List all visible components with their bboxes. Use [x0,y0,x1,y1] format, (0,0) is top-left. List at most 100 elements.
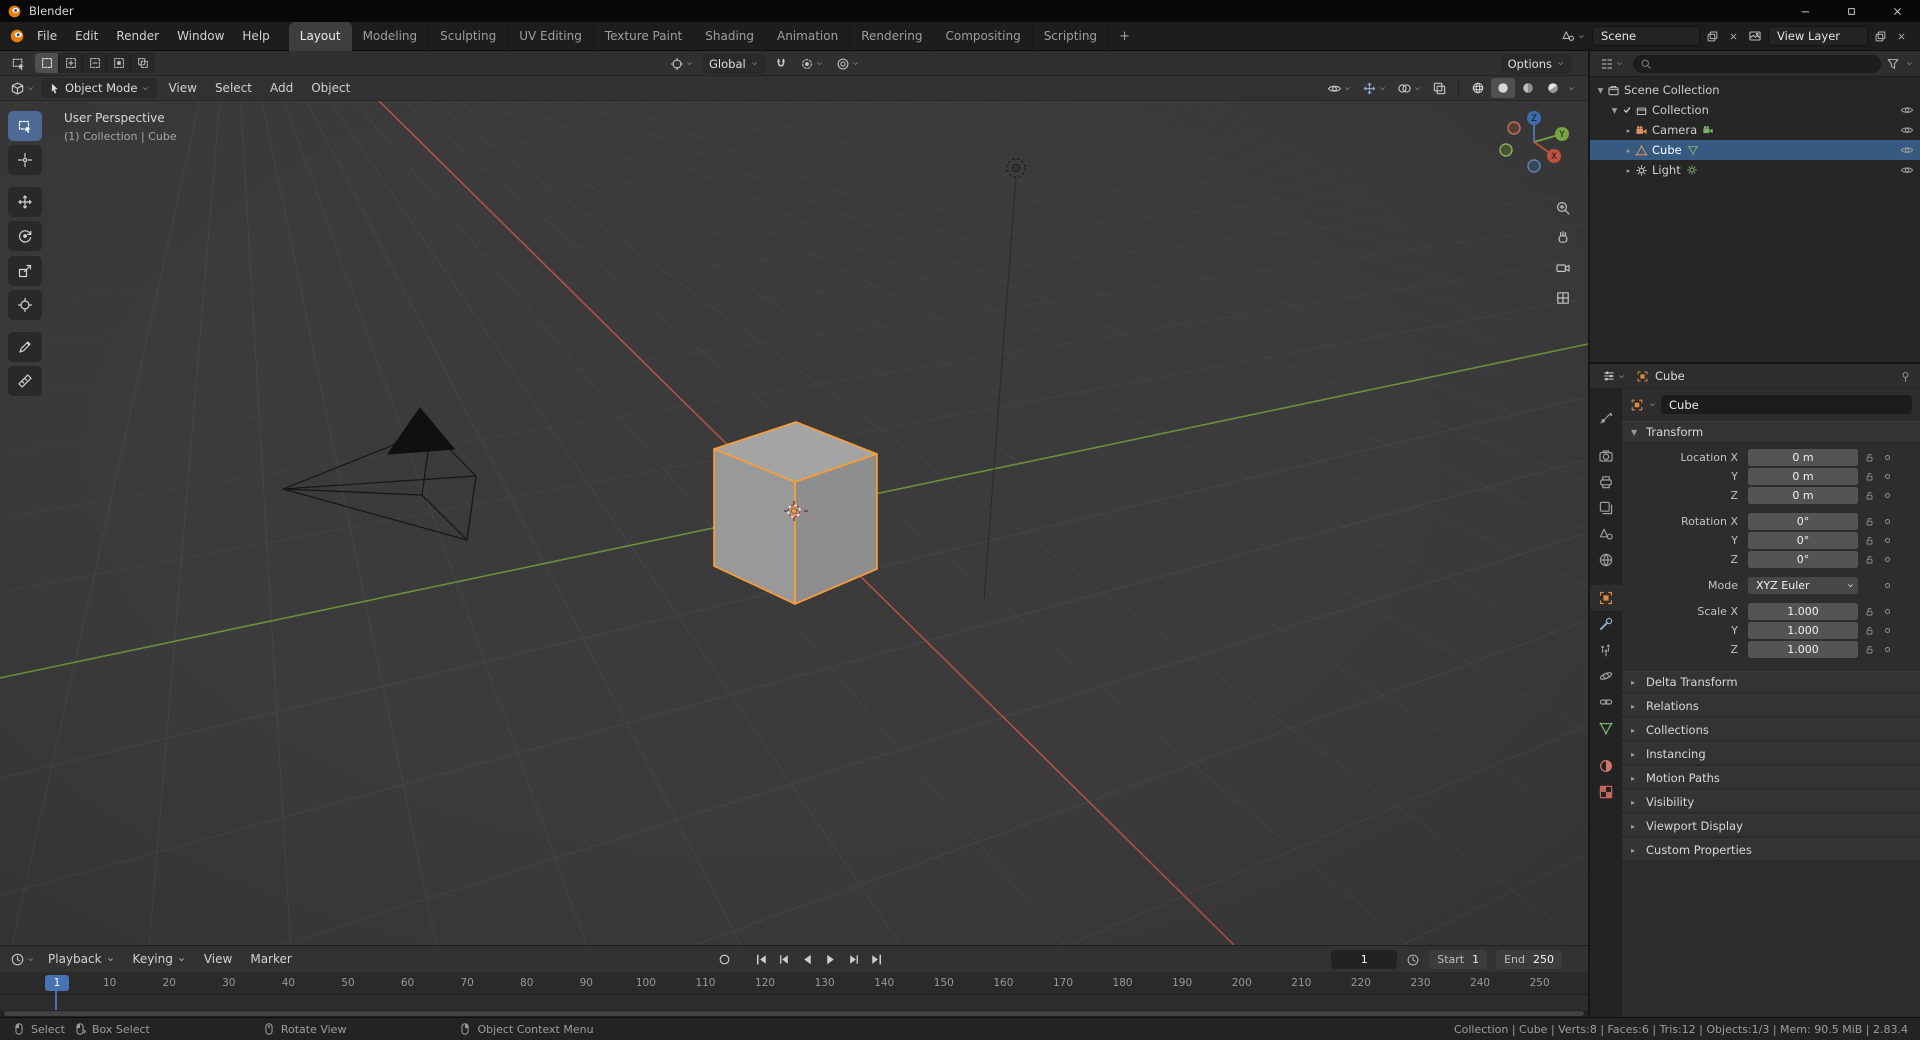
outliner-row-camera[interactable]: ▸ Camera [1590,120,1920,140]
tool-cursor[interactable] [8,145,42,175]
close-button[interactable] [1874,0,1920,22]
section-viewport-display[interactable]: ▸ Viewport Display [1622,815,1920,837]
timeline-editor-type-button[interactable] [6,949,39,969]
viewport-3d[interactable]: User Perspective (1) Collection | Cube Z… [0,101,1588,945]
timeline-menu-playback[interactable]: Playback [39,952,124,966]
outliner-row-cube[interactable]: ▸ Cube [1590,140,1920,160]
workspace-tab-compositing[interactable]: Compositing [934,21,1033,51]
new-view-layer-button[interactable] [1871,26,1889,46]
filter-icon[interactable] [1886,57,1900,71]
scene-name-field[interactable]: Scene [1592,26,1700,46]
outliner-editor-type-button[interactable] [1596,54,1628,74]
xray-toggle[interactable] [1428,78,1451,98]
section-delta-transform[interactable]: ▸ Delta Transform [1622,671,1920,693]
animate-dot[interactable] [1880,474,1894,479]
value-field[interactable]: 1.000 [1748,641,1858,658]
properties-tab-modifiers[interactable] [1590,611,1622,637]
blender-menu-button[interactable] [6,26,28,46]
lock-toggle[interactable] [1858,644,1880,655]
show-overlays-dropdown[interactable] [1393,78,1426,98]
gizmo-axis-x-neg[interactable] [1507,121,1521,135]
view-layer-name-field[interactable]: View Layer [1768,26,1868,46]
chevron-down-icon[interactable] [1905,59,1914,68]
tool-annotate[interactable] [8,332,42,362]
hide-viewport-eye-toggle[interactable] [1900,143,1914,157]
disclosure-closed-icon[interactable]: ▸ [1622,166,1635,175]
hide-viewport-eye-toggle[interactable] [1900,103,1914,117]
menu-file[interactable]: File [28,29,66,43]
transport-jump-end[interactable] [866,949,887,970]
gizmo-axis-x[interactable]: X [1547,149,1561,163]
current-frame-field[interactable]: 1 [1331,950,1398,969]
select-mode-new[interactable] [35,53,59,73]
options-dropdown[interactable]: Options [1500,53,1572,74]
animate-dot[interactable] [1880,493,1894,498]
lock-toggle[interactable] [1858,535,1880,546]
animate-dot[interactable] [1880,628,1894,633]
menu-render[interactable]: Render [107,29,168,43]
transport-record[interactable] [714,949,735,970]
transform-orientation-dropdown[interactable]: Global [702,53,766,74]
properties-tab-tool[interactable] [1590,405,1622,431]
shading-solid[interactable] [1491,78,1515,98]
value-field[interactable]: 0° [1748,532,1858,549]
chevron-down-icon[interactable] [1648,400,1657,409]
properties-tab-scene[interactable] [1590,521,1622,547]
shading-rendered[interactable] [1541,78,1565,98]
new-scene-button[interactable] [1703,26,1721,46]
value-field[interactable]: 0 m [1748,449,1858,466]
select-mode-subtract[interactable] [83,53,107,73]
add-workspace-button[interactable]: + [1109,22,1140,51]
gizmo-axis-z[interactable]: Z [1527,111,1541,125]
transport-next-keyframe[interactable] [843,949,864,970]
snap-with-dropdown[interactable] [796,54,828,74]
gizmo-axis-z-neg[interactable] [1527,159,1541,173]
properties-tab-render[interactable] [1590,443,1622,469]
transport-jump-start[interactable] [751,949,772,970]
menu-edit[interactable]: Edit [66,29,107,43]
workspace-tab-shading[interactable]: Shading [694,21,766,51]
lock-toggle[interactable] [1858,516,1880,527]
transform-panel-header[interactable]: ▼ Transform [1622,421,1920,443]
pivot-point-dropdown[interactable] [666,54,698,74]
mode-dropdown[interactable]: Object Mode [41,78,158,98]
workspace-tab-modeling[interactable]: Modeling [352,21,430,51]
properties-editor-type-button[interactable] [1598,366,1630,386]
tool-measure[interactable] [8,366,42,396]
nav-zoom[interactable] [1552,197,1574,219]
active-tool-icon-button[interactable] [7,53,30,73]
workspace-tab-texture-paint[interactable]: Texture Paint [594,21,695,51]
properties-tab-physics[interactable] [1590,663,1622,689]
transport-play[interactable] [820,949,841,970]
select-mode-invert[interactable] [107,53,131,73]
unlink-scene-button[interactable] [1724,26,1742,46]
workspace-tab-rendering[interactable]: Rendering [850,21,935,51]
workspace-tab-layout[interactable]: Layout [288,21,352,51]
browse-view-layer-button[interactable] [1745,27,1765,45]
transport-play-reverse[interactable] [797,949,818,970]
lock-toggle[interactable] [1858,606,1880,617]
preview-range-toggle[interactable] [1406,953,1420,967]
gizmo-axis-y-neg[interactable] [1499,143,1513,157]
tool-transform[interactable] [8,290,42,320]
proportional-editing-dropdown[interactable] [832,54,864,74]
animate-dot[interactable] [1880,557,1894,562]
minimize-button[interactable] [1782,0,1828,22]
animate-dot[interactable] [1880,519,1894,524]
menu-window[interactable]: Window [168,29,233,43]
lock-toggle[interactable] [1858,490,1880,501]
end-frame-field[interactable]: End 250 [1496,950,1562,969]
lock-toggle[interactable] [1858,625,1880,636]
animate-dot[interactable] [1880,647,1894,652]
section-visibility[interactable]: ▸ Visibility [1622,791,1920,813]
disclosure-open-icon[interactable]: ▼ [1608,106,1621,115]
timeline-ruler[interactable]: 1 10 20 30 40 50 60 70 80 90 100 110 120 130 140 150 16… [0,972,1588,995]
hide-viewport-eye-toggle[interactable] [1900,123,1914,137]
workspace-tab-animation[interactable]: Animation [766,21,851,51]
tool-select-box[interactable] [8,111,42,141]
outliner-search-input[interactable] [1633,54,1881,73]
viewport-menu-view[interactable]: View [159,81,205,95]
select-mode-intersect[interactable] [131,53,155,73]
value-field[interactable]: 0 m [1748,487,1858,504]
disclosure-closed-icon[interactable]: ▸ [1622,126,1635,135]
